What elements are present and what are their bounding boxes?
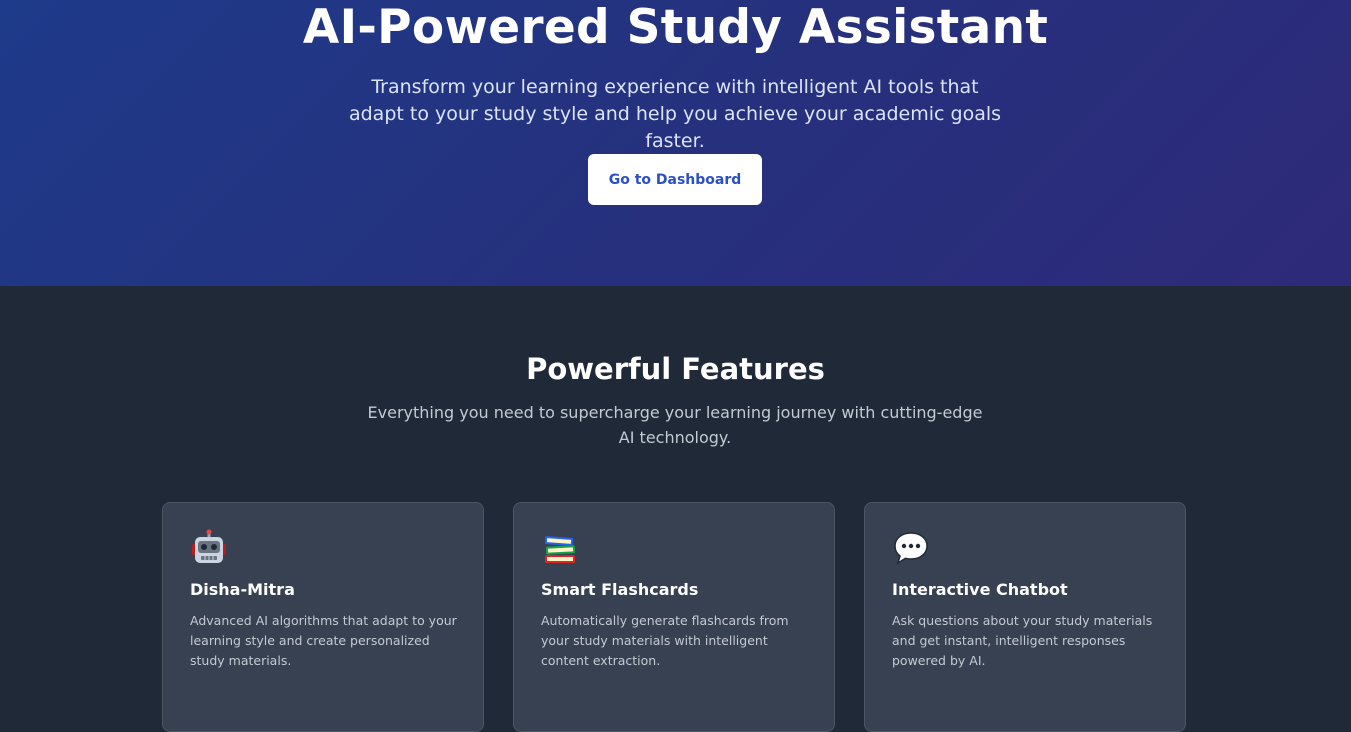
hero-title: AI-Powered Study Assistant xyxy=(302,0,1049,55)
go-to-dashboard-button[interactable]: Go to Dashboard xyxy=(588,154,762,205)
robot-icon xyxy=(190,529,228,567)
feature-card-smart-flashcards[interactable]: Smart Flashcards Automatically generate … xyxy=(513,502,835,732)
books-icon xyxy=(541,529,579,567)
features-subtitle: Everything you need to supercharge your … xyxy=(367,403,983,447)
feature-card-disha-mitra[interactable]: Disha-Mitra Advanced AI algorithms that … xyxy=(162,502,484,732)
hero-subtitle: Transform your learning experience with … xyxy=(348,76,1002,152)
feature-card-title: Disha-Mitra xyxy=(190,580,295,599)
feature-card-description: Automatically generate flashcards from y… xyxy=(541,613,789,668)
speech-bubble-icon xyxy=(892,529,930,567)
features-title: Powerful Features xyxy=(526,352,825,386)
hero-section: AI-Powered Study Assistant Transform you… xyxy=(0,0,1351,286)
feature-card-title: Smart Flashcards xyxy=(541,580,699,599)
feature-card-interactive-chatbot[interactable]: Interactive Chatbot Ask questions about … xyxy=(864,502,1186,732)
feature-card-description: Advanced AI algorithms that adapt to you… xyxy=(190,613,457,668)
feature-card-title: Interactive Chatbot xyxy=(892,580,1068,599)
features-section: Powerful Features Everything you need to… xyxy=(0,286,1351,732)
feature-card-description: Ask questions about your study materials… xyxy=(892,613,1153,668)
